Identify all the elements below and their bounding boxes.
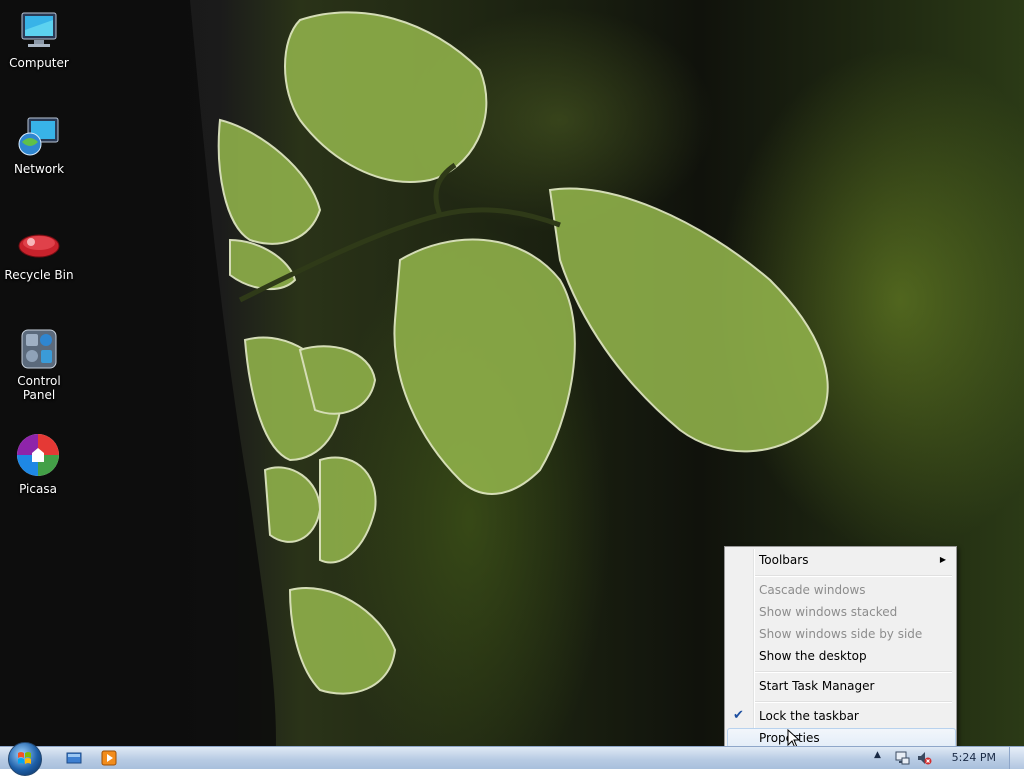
checkmark-icon: ✔ xyxy=(733,708,744,723)
desktop-icon-network[interactable]: Network xyxy=(1,116,77,176)
menu-item-show-windows-side-by-side[interactable]: Show windows side by side xyxy=(727,624,954,644)
icon-label: Picasa xyxy=(19,482,57,496)
menu-item-show-windows-stacked[interactable]: Show windows stacked xyxy=(727,602,954,622)
menu-item-label: Start Task Manager xyxy=(759,679,875,693)
taskbar[interactable]: ▲ 5:24 PM xyxy=(0,742,1024,776)
menu-item-toolbars[interactable]: Toolbars ▶ xyxy=(727,550,954,570)
desktop-icon-computer[interactable]: Computer xyxy=(1,10,77,70)
volume-muted-icon[interactable] xyxy=(916,750,932,766)
menu-item-label: Show windows stacked xyxy=(759,605,898,619)
menu-separator xyxy=(755,575,952,577)
icon-label: Recycle Bin xyxy=(4,268,74,282)
network-status-icon[interactable] xyxy=(894,750,910,766)
menu-separator xyxy=(755,701,952,703)
windows-logo-icon xyxy=(18,752,31,764)
computer-icon xyxy=(21,12,57,47)
menu-item-show-desktop[interactable]: Show the desktop xyxy=(727,646,954,666)
menu-item-label: Toolbars xyxy=(759,553,809,567)
notification-area: ▲ 5:24 PM xyxy=(864,747,1024,769)
desktop-icon-recycle-bin[interactable]: Recycle Bin xyxy=(1,222,77,282)
taskbar-context-menu: Toolbars ▶ Cascade windows Show windows … xyxy=(724,546,957,753)
menu-item-start-task-manager[interactable]: Start Task Manager xyxy=(727,676,954,696)
menu-separator xyxy=(755,671,952,673)
menu-item-cascade-windows[interactable]: Cascade windows xyxy=(727,580,954,600)
taskbar-clock[interactable]: 5:24 PM xyxy=(952,751,996,764)
show-desktop-button[interactable] xyxy=(1009,747,1024,769)
control-panel-icon xyxy=(21,329,57,369)
menu-item-label: Show the desktop xyxy=(759,649,867,663)
media-player-icon[interactable] xyxy=(101,750,117,766)
picasa-icon xyxy=(17,434,59,476)
menu-item-label: Cascade windows xyxy=(759,583,866,597)
icon-label: Control Panel xyxy=(17,374,61,402)
network-icon xyxy=(18,117,59,156)
icon-label: Computer xyxy=(9,56,69,70)
desktop-icon-picasa[interactable]: Picasa xyxy=(0,432,76,496)
menu-item-properties[interactable]: Properties xyxy=(727,728,956,748)
menu-item-label: Lock the taskbar xyxy=(759,709,859,723)
submenu-arrow-icon: ▶ xyxy=(939,555,946,564)
show-hidden-icons-chevron[interactable]: ▲ xyxy=(874,750,881,760)
show-desktop-icon[interactable] xyxy=(66,750,82,766)
desktop-icon-control-panel[interactable]: Control Panel xyxy=(1,328,77,402)
menu-item-label: Show windows side by side xyxy=(759,627,923,641)
recycle-bin-icon xyxy=(18,234,60,258)
menu-item-lock-taskbar[interactable]: ✔ Lock the taskbar xyxy=(727,706,954,726)
icon-label: Network xyxy=(13,162,65,176)
start-orb-icon[interactable] xyxy=(8,742,42,776)
